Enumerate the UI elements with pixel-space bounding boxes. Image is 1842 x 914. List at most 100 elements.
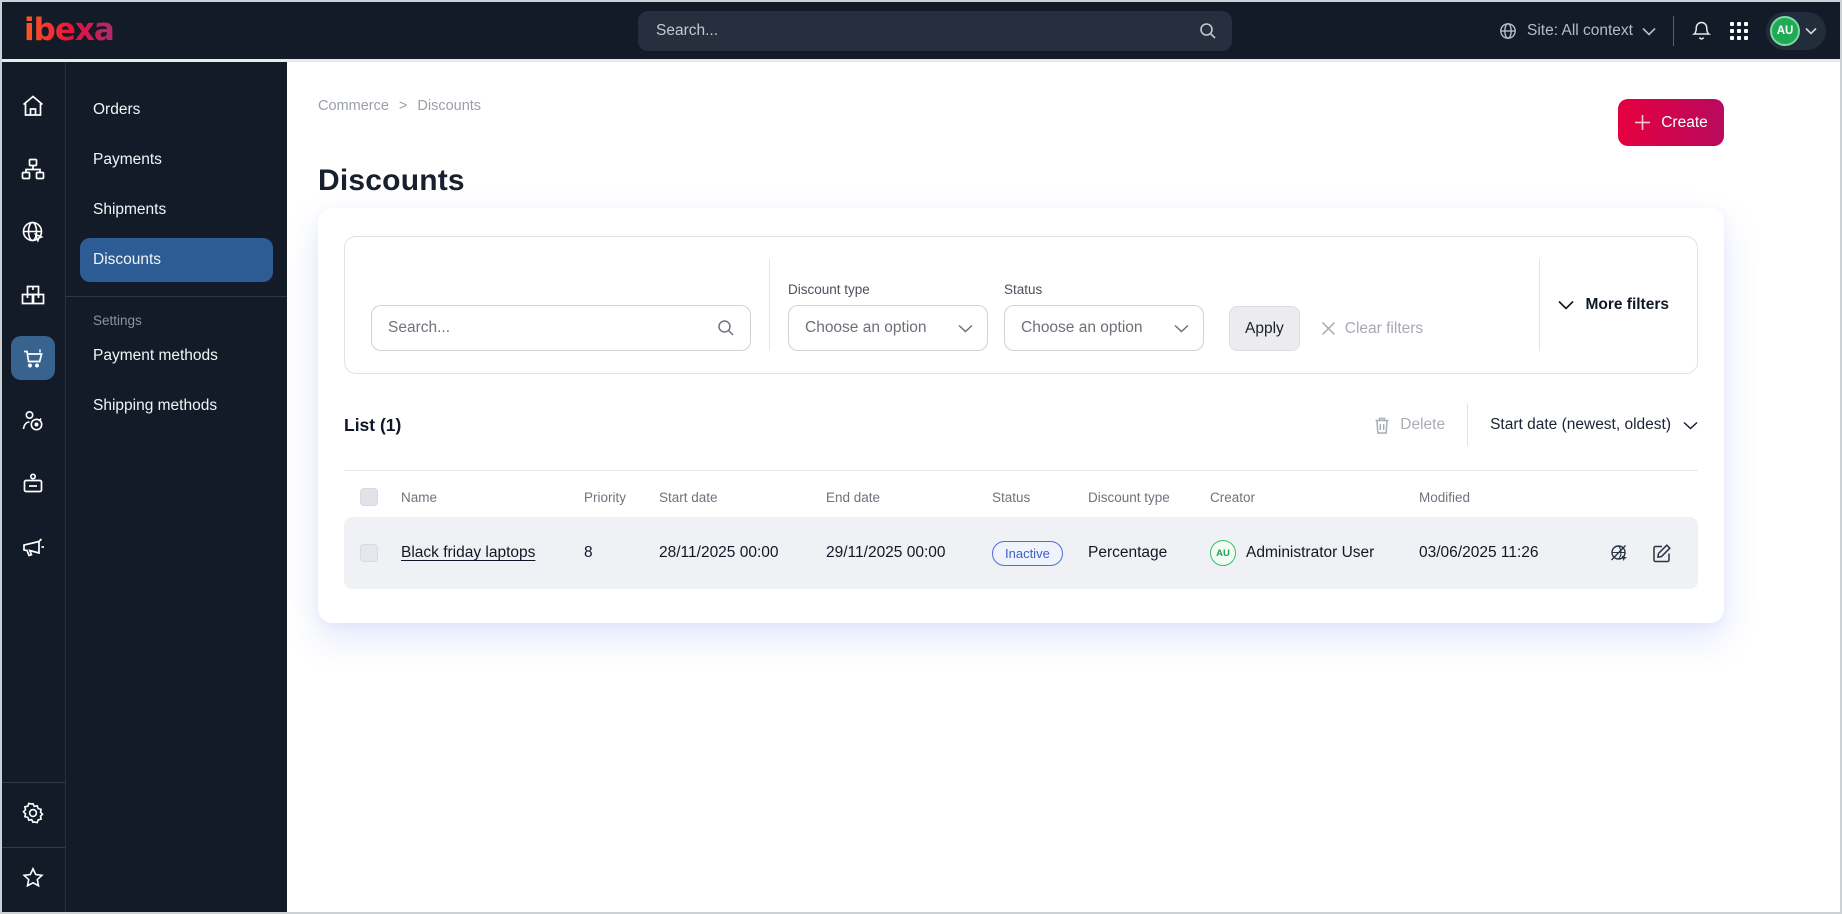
discount-name-link[interactable]: Black friday laptops bbox=[401, 544, 535, 561]
list-actions: Delete Start date (newest, oldest) bbox=[1373, 404, 1698, 446]
filter-divider bbox=[1539, 259, 1541, 351]
more-filters-button[interactable]: More filters bbox=[1556, 290, 1671, 320]
preview-disabled-icon[interactable] bbox=[1609, 543, 1630, 564]
row-checkbox[interactable] bbox=[360, 544, 378, 562]
table-row: Black friday laptops 8 28/11/2025 00:00 … bbox=[344, 517, 1698, 589]
global-search[interactable] bbox=[638, 11, 1232, 51]
delete-label: Delete bbox=[1400, 416, 1446, 433]
list-header: List (1) Delete Start date (newest, olde… bbox=[344, 404, 1698, 446]
clear-filters-label: Clear filters bbox=[1344, 319, 1424, 337]
ibexa-logo: ibexa bbox=[24, 12, 115, 48]
content-tree-icon[interactable] bbox=[11, 147, 55, 191]
app-grid-icon[interactable] bbox=[1729, 21, 1749, 41]
avatar: AU bbox=[1770, 16, 1800, 46]
sort-dropdown[interactable]: Start date (newest, oldest) bbox=[1490, 416, 1698, 434]
products-icon[interactable] bbox=[11, 273, 55, 317]
breadcrumb-discounts[interactable]: Discounts bbox=[417, 98, 481, 114]
list-divider bbox=[344, 470, 1698, 471]
personnel-icon[interactable] bbox=[11, 462, 55, 506]
settings-section-label: Settings bbox=[93, 313, 142, 328]
row-creator: AU Administrator User bbox=[1210, 540, 1419, 566]
clear-filters-button[interactable]: Clear filters bbox=[1321, 306, 1423, 351]
table-header: Name Priority Start date End date Status… bbox=[344, 483, 1698, 511]
breadcrumb: Commerce > Discounts bbox=[318, 98, 1724, 114]
sidebar-item-orders[interactable]: Orders bbox=[80, 88, 273, 132]
user-menu[interactable]: AU bbox=[1766, 12, 1826, 50]
page-title: Discounts bbox=[318, 164, 465, 197]
select-all-checkbox[interactable] bbox=[360, 488, 378, 506]
col-name: Name bbox=[401, 489, 438, 505]
discount-type-label: Discount type bbox=[788, 282, 870, 297]
chevron-down-icon bbox=[1174, 324, 1189, 333]
filter-divider bbox=[769, 259, 770, 351]
list-actions-divider bbox=[1467, 404, 1469, 446]
rail-divider bbox=[0, 782, 65, 783]
create-button-label: Create bbox=[1661, 113, 1708, 131]
settings-icon[interactable] bbox=[11, 791, 55, 835]
discount-type-filter: Discount type Choose an option bbox=[788, 282, 988, 351]
favorites-star-icon[interactable] bbox=[11, 856, 55, 900]
status-value: Choose an option bbox=[1021, 319, 1143, 336]
col-start-date: Start date bbox=[659, 489, 718, 505]
creator-avatar: AU bbox=[1210, 540, 1236, 566]
status-label: Status bbox=[1004, 282, 1043, 297]
more-filters-wrap: More filters bbox=[1539, 259, 1671, 351]
global-search-input[interactable] bbox=[656, 22, 1198, 40]
rail-divider bbox=[0, 847, 65, 848]
trash-icon bbox=[1373, 416, 1391, 435]
filter-search[interactable] bbox=[371, 305, 751, 351]
chevron-down-icon bbox=[1642, 27, 1656, 36]
creator-name: Administrator User bbox=[1246, 544, 1375, 561]
breadcrumb-separator: > bbox=[398, 98, 408, 114]
filter-panel: Discount type Choose an option Status Ch… bbox=[344, 236, 1698, 374]
sidebar-icon-rail bbox=[0, 62, 65, 914]
submenu-divider bbox=[66, 296, 287, 297]
apply-button[interactable]: Apply bbox=[1229, 306, 1300, 351]
main-content: Commerce > Discounts Create Discounts Di… bbox=[287, 62, 1842, 914]
row-start-date: 28/11/2025 00:00 bbox=[659, 544, 779, 561]
chevron-down-icon bbox=[1805, 27, 1817, 35]
status-filter: Status Choose an option bbox=[1004, 282, 1204, 351]
sort-label: Start date (newest, oldest) bbox=[1490, 416, 1671, 433]
discounts-card: Discount type Choose an option Status Ch… bbox=[318, 208, 1724, 623]
notifications-bell-icon[interactable] bbox=[1691, 20, 1712, 42]
topbar-right: Site: All context AU bbox=[1498, 0, 1826, 62]
sidebar-item-payment-methods[interactable]: Payment methods bbox=[80, 334, 273, 378]
col-status: Status bbox=[992, 489, 1031, 505]
chevron-down-icon bbox=[1558, 300, 1575, 310]
sidebar-item-shipping-methods[interactable]: Shipping methods bbox=[80, 384, 273, 428]
more-filters-label: More filters bbox=[1585, 296, 1669, 313]
site-globe-icon[interactable] bbox=[11, 210, 55, 254]
site-context-label: Site: All context bbox=[1527, 22, 1633, 39]
commerce-cart-icon[interactable] bbox=[10, 336, 55, 380]
customers-icon[interactable] bbox=[11, 399, 55, 443]
close-icon bbox=[1321, 321, 1336, 336]
status-select[interactable]: Choose an option bbox=[1004, 305, 1204, 351]
site-context-switcher[interactable]: Site: All context bbox=[1498, 21, 1656, 41]
col-discount-type: Discount type bbox=[1088, 489, 1170, 505]
marketing-icon[interactable] bbox=[11, 525, 55, 569]
delete-button[interactable]: Delete bbox=[1373, 416, 1445, 435]
filter-search-input[interactable] bbox=[388, 319, 716, 337]
search-icon[interactable] bbox=[716, 318, 736, 338]
row-end-date: 29/11/2025 00:00 bbox=[826, 544, 946, 561]
create-button[interactable]: Create bbox=[1618, 99, 1724, 146]
col-creator: Creator bbox=[1210, 489, 1256, 505]
sidebar-item-payments[interactable]: Payments bbox=[80, 138, 273, 182]
discount-type-value: Choose an option bbox=[805, 319, 927, 336]
topbar: ibexa Site: All context AU bbox=[0, 0, 1842, 62]
edit-icon[interactable] bbox=[1652, 543, 1672, 563]
breadcrumb-commerce[interactable]: Commerce bbox=[318, 98, 389, 114]
sidebar-item-shipments[interactable]: Shipments bbox=[80, 188, 273, 232]
row-discount-type: Percentage bbox=[1088, 544, 1168, 561]
row-priority: 8 bbox=[584, 544, 593, 561]
col-end-date: End date bbox=[826, 489, 881, 505]
sidebar-item-discounts[interactable]: Discounts bbox=[80, 238, 273, 282]
search-icon[interactable] bbox=[1198, 21, 1218, 41]
plus-icon bbox=[1634, 114, 1651, 131]
discount-type-select[interactable]: Choose an option bbox=[788, 305, 988, 351]
commerce-submenu: Orders Payments Shipments Discounts Sett… bbox=[65, 62, 287, 914]
home-icon[interactable] bbox=[11, 84, 55, 128]
globe-icon bbox=[1498, 21, 1518, 41]
row-actions bbox=[1599, 543, 1698, 564]
